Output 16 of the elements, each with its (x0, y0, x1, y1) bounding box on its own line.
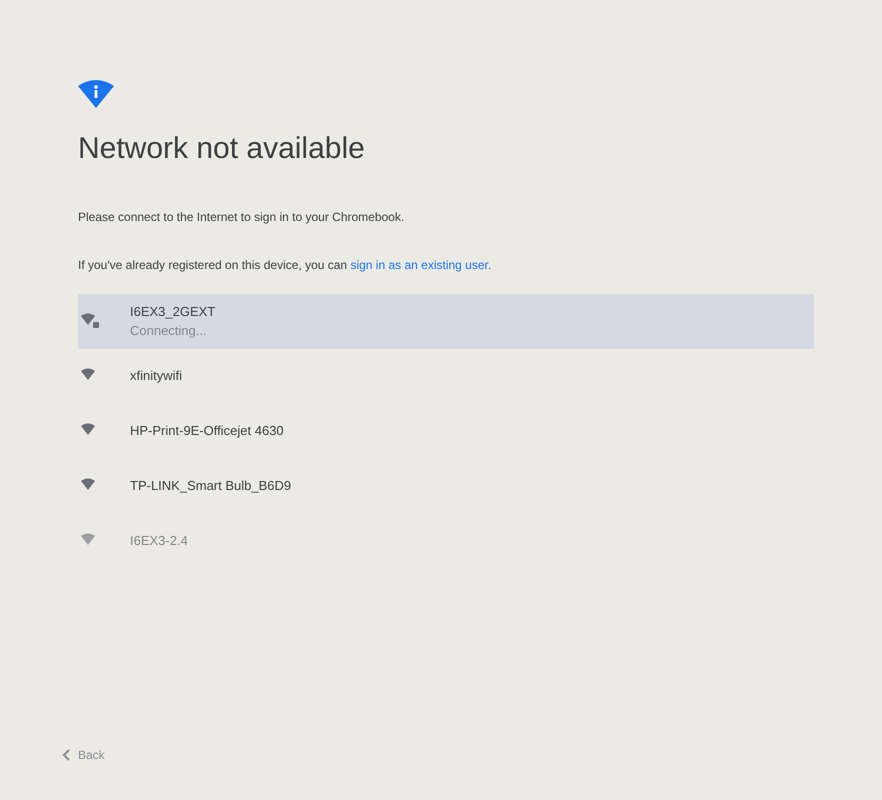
network-name: xfinitywifi (130, 367, 182, 386)
network-item[interactable]: xfinitywifi (78, 348, 814, 404)
chevron-left-icon (62, 749, 70, 761)
network-item[interactable]: TP-LINK_Smart Bulb_B6D9 (78, 458, 814, 514)
network-item[interactable]: HP-Print-9E-Officejet 4630 (78, 404, 814, 458)
registered-text: If you've already registered on this device, you can sign in as an existing user. (78, 256, 492, 274)
network-name: I6EX3-2.4 (130, 532, 188, 550)
network-name: I6EX3_2GEXT (130, 302, 216, 321)
network-status: Connecting... (130, 322, 208, 340)
network-name: TP-LINK_Smart Bulb_B6D9 (130, 477, 292, 496)
existing-user-link[interactable]: sign in as an existing user. (350, 258, 492, 272)
network-item[interactable]: I6EX3_2GEXT Connecting... (78, 294, 814, 348)
wifi-info-icon (78, 80, 114, 108)
instruction-text: Please connect to the Internet to sign in to your Chromebook. (78, 208, 406, 226)
network-name: HP-Print-9E-Officejet 4630 (130, 422, 284, 440)
page-title: Network not available (78, 131, 366, 167)
